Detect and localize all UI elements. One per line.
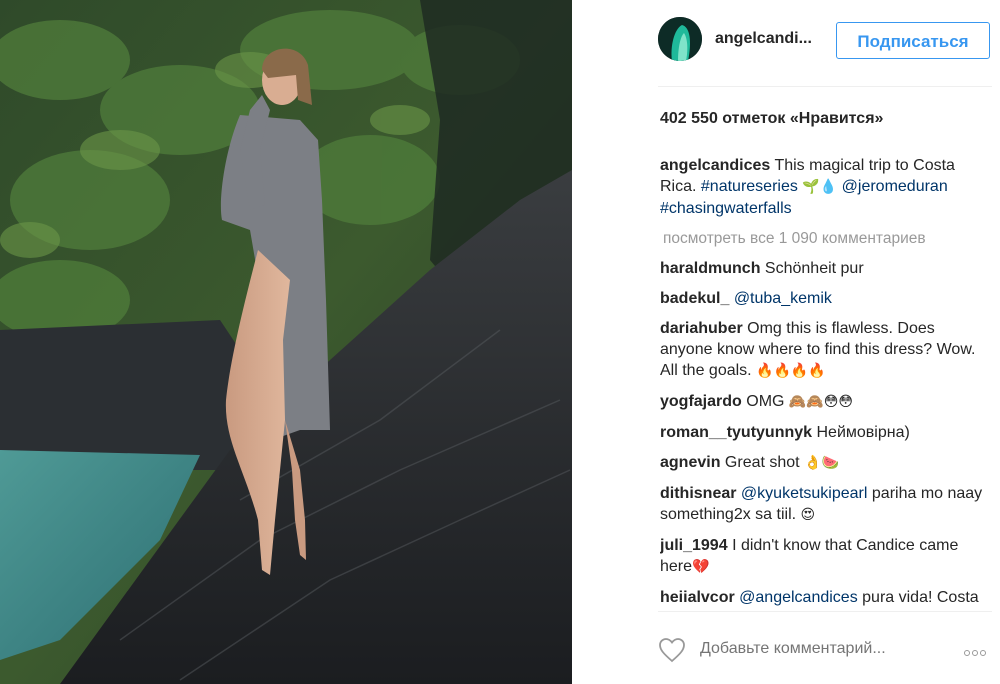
comment-item: juli_1994 I didn't know that Candice cam… [660,535,990,578]
caption: angelcandices This magical trip to Costa… [660,155,990,219]
comment-username[interactable]: haraldmunch [660,260,760,277]
follow-button[interactable]: Подписаться [836,22,990,59]
comments-list: angelcandices This magical trip to Costa… [660,155,990,610]
comment-emoji: 🔥🔥🔥🔥 [756,363,826,379]
comment-item: heiialvcor @angelcandices pura vida! Cos… [660,587,990,610]
comment-emoji: 🙈🙈😳😳 [788,394,853,410]
comment-emoji: 😍 [800,507,816,523]
comment-mention[interactable]: @tuba_kemik [734,290,832,307]
comment-emoji: 💔 [692,559,710,575]
comment-item: yogfajardo OMG 🙈🙈😳😳 [660,391,990,413]
comment-username[interactable]: yogfajardo [660,393,742,410]
heart-icon[interactable] [658,637,686,663]
more-options-icon[interactable] [964,643,994,656]
comment-username[interactable]: roman__tyutyunnyk [660,424,812,441]
avatar[interactable] [658,17,702,61]
footer-divider [658,611,992,612]
comment-text: Неймовірна) [816,424,910,441]
comment-text: Great shot [724,454,800,471]
comment-item: agnevin Great shot 👌🍉 [660,452,990,474]
comment-username[interactable]: juli_1994 [660,537,728,554]
comment-username[interactable]: agnevin [660,454,720,471]
add-comment-input[interactable] [700,640,940,658]
caption-emoji: 🌱💧 [802,179,838,195]
header-divider [658,86,992,87]
comment-username[interactable]: heiialvcor [660,589,735,606]
comment-item: dariahuber Omg this is flawless. Does an… [660,318,990,382]
author-username[interactable]: angelcandi... [715,30,812,48]
comment-username[interactable]: dithisnear [660,485,736,502]
caption-hashtag[interactable]: #chasingwaterfalls [660,200,792,217]
avatar-image [658,17,702,61]
caption-username[interactable]: angelcandices [660,157,770,174]
comment-text: OMG [746,393,785,410]
comment-item: roman__tyutyunnyk Неймовірна) [660,422,990,443]
comment-username[interactable]: badekul_ [660,290,729,307]
comment-username[interactable]: dariahuber [660,320,743,337]
dot [972,650,978,656]
comment-text: Schönheit pur [764,260,864,277]
post-photo[interactable] [0,0,572,684]
comment-item: haraldmunch Schönheit pur [660,258,990,279]
caption-hashtag[interactable]: #natureseries [701,178,798,195]
comment-item: badekul_ @tuba_kemik [660,288,990,309]
post-photo-image [0,0,572,684]
post-sidebar: angelcandi... Подписаться 402 550 отмето… [572,0,1000,684]
post-header: angelcandi... Подписаться [572,0,1000,87]
view-all-comments-link[interactable]: посмотреть все 1 090 комментариев [663,228,990,249]
comment-emoji: 👌🍉 [804,455,839,471]
comment-mention[interactable]: @kyuketsukipearl [741,485,868,502]
likes-count[interactable]: 402 550 отметок «Нравится» [660,110,883,128]
dot [964,650,970,656]
caption-mention[interactable]: @jeromeduran [842,178,948,195]
comment-mention[interactable]: @angelcandices [739,589,858,606]
comment-item: dithisnear @kyuketsukipearl pariha mo na… [660,483,990,526]
dot [980,650,986,656]
